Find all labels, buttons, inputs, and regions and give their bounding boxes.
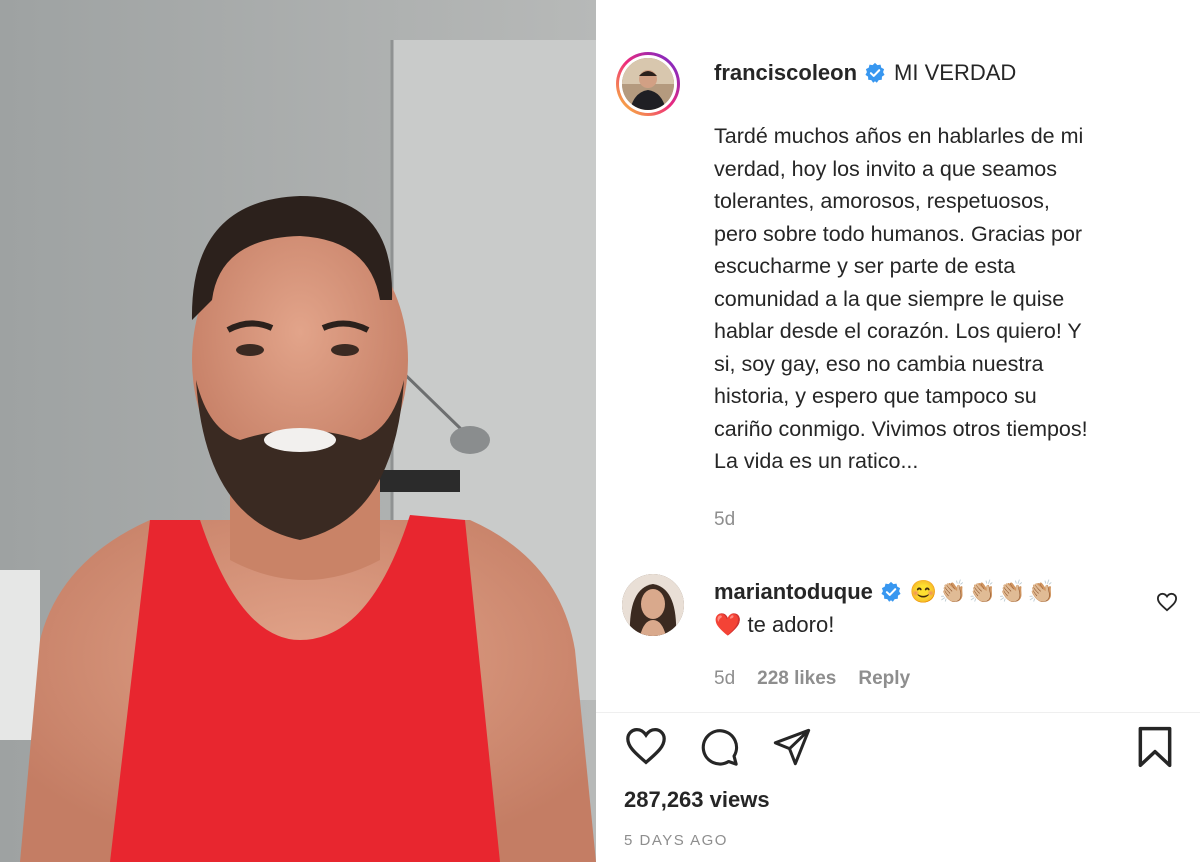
share-icon[interactable] xyxy=(772,727,812,767)
post-panel: franciscoleon MI VERDAD Tardé muchos año… xyxy=(596,0,1200,862)
comment-icon[interactable] xyxy=(698,726,740,768)
author-avatar-photo xyxy=(622,58,674,110)
verified-badge-icon xyxy=(881,581,901,602)
post-title: MI VERDAD xyxy=(894,60,1017,85)
commenter-avatar[interactable] xyxy=(622,574,684,636)
post-timestamp: 5 DAYS AGO xyxy=(624,832,728,849)
verified-badge-icon xyxy=(865,62,885,83)
comment-like-heart-icon[interactable] xyxy=(1156,592,1178,612)
view-count[interactable]: 287,263 views xyxy=(624,787,770,813)
video-frame-illustration xyxy=(0,0,596,862)
post-media[interactable] xyxy=(0,0,596,862)
reply-button[interactable]: Reply xyxy=(858,668,910,690)
comment-likes[interactable]: 228 likes xyxy=(757,668,836,690)
commenter-username[interactable]: mariantoduque xyxy=(714,579,873,605)
like-heart-icon[interactable] xyxy=(624,726,668,766)
comment-age[interactable]: 5d xyxy=(714,668,735,690)
bookmark-icon[interactable] xyxy=(1136,725,1174,769)
comment-emojis: 😊👏🏼👏🏼👏🏼👏🏼 xyxy=(909,579,1057,604)
post-caption: Tardé muchos años en hablarles de mi ver… xyxy=(714,124,1088,473)
post-header: franciscoleon MI VERDAD xyxy=(714,60,1016,86)
post-age[interactable]: 5d xyxy=(714,509,735,531)
divider xyxy=(596,712,1200,713)
comment-text: ❤️ te adoro! xyxy=(714,612,835,637)
author-username[interactable]: franciscoleon xyxy=(714,60,857,86)
author-avatar[interactable] xyxy=(616,52,680,116)
comment-meta: 5d 228 likes Reply xyxy=(714,668,910,690)
comment-header: mariantoduque 😊👏🏼👏🏼👏🏼👏🏼 xyxy=(714,579,1057,605)
